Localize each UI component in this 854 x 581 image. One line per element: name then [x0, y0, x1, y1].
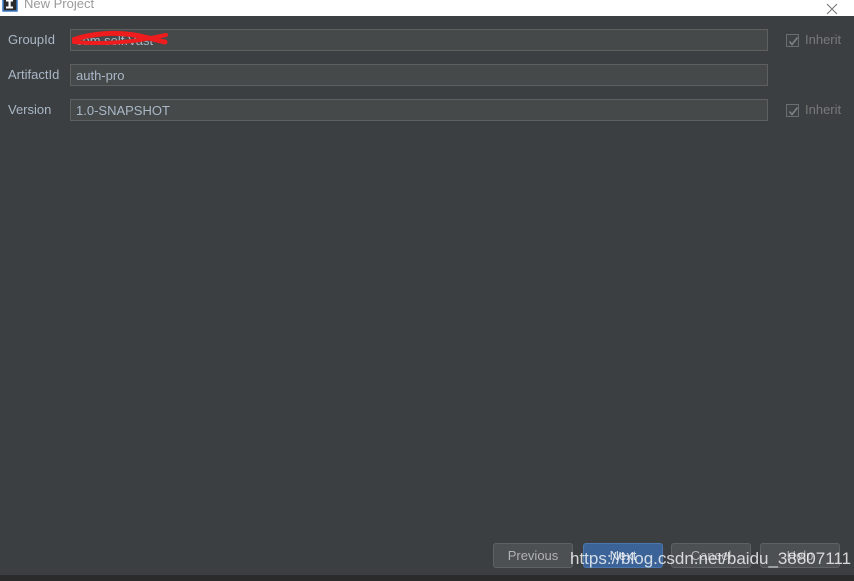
cancel-button[interactable]: Cancel: [671, 543, 751, 568]
dialog-button-bar: Previous Next Cancel Help: [0, 540, 854, 575]
form-row-version: Version Inherit: [0, 99, 854, 121]
groupid-input[interactable]: [70, 29, 768, 51]
version-inherit-label: Inherit: [805, 102, 842, 117]
new-project-dialog: New Project GroupId Inherit: [0, 0, 854, 581]
close-icon[interactable]: [809, 0, 854, 16]
version-inherit-checkbox[interactable]: [786, 103, 799, 117]
window-title: New Project: [24, 0, 95, 11]
artifactid-input[interactable]: [70, 64, 768, 86]
previous-button[interactable]: Previous: [493, 543, 573, 568]
groupid-inherit-group[interactable]: Inherit: [786, 32, 841, 48]
groupid-label: GroupId: [8, 32, 55, 47]
groupid-inherit-label: Inherit: [805, 32, 842, 47]
version-inherit-group[interactable]: Inherit: [786, 102, 841, 118]
help-button[interactable]: Help: [760, 543, 840, 568]
intellij-idea-icon: [2, 0, 18, 12]
title-bar: New Project: [0, 0, 854, 16]
version-label: Version: [8, 102, 52, 117]
artifactid-label: ArtifactId: [8, 67, 60, 82]
bottom-strip: [0, 575, 854, 581]
next-button[interactable]: Next: [583, 543, 663, 568]
dialog-content: GroupId Inherit ArtifactId Version: [0, 16, 854, 575]
groupid-inherit-checkbox[interactable]: [786, 33, 799, 47]
form-row-groupid: GroupId Inherit: [0, 29, 854, 51]
version-input[interactable]: [70, 99, 768, 121]
form-row-artifactid: ArtifactId: [0, 64, 854, 86]
